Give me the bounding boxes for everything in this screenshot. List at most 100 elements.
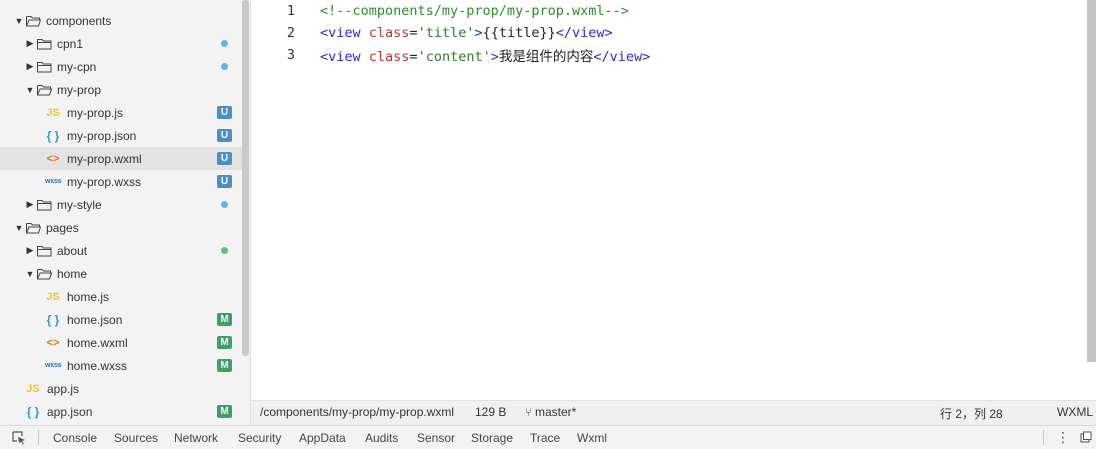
git-status-badge: U bbox=[217, 152, 232, 165]
tree-item-label: cpn1 bbox=[57, 36, 84, 51]
tree-folder[interactable]: ▼ my-prop bbox=[0, 78, 242, 101]
tab-wxml[interactable]: Wxml bbox=[577, 431, 607, 445]
chevron-down-icon[interactable]: ▼ bbox=[14, 223, 24, 233]
tree-folder[interactable]: ▶ cpn1 bbox=[0, 32, 242, 55]
tab-security[interactable]: Security bbox=[238, 431, 281, 445]
inspect-element-icon[interactable] bbox=[12, 431, 26, 445]
tab-network[interactable]: Network bbox=[174, 431, 218, 445]
tree-folder[interactable]: ▼ home bbox=[0, 262, 242, 285]
tab-audits[interactable]: Audits bbox=[365, 431, 398, 445]
git-status-dot bbox=[221, 40, 228, 47]
code-token: <view bbox=[320, 25, 369, 41]
git-status-badge: M bbox=[217, 313, 232, 326]
code-content: <view class='title'>{{title}}</view> bbox=[320, 25, 613, 41]
code-token: {{title}} bbox=[482, 25, 556, 41]
wxml-file-icon: <> bbox=[46, 152, 60, 165]
file-path: /components/my-prop/my-prop.wxml bbox=[260, 405, 455, 419]
tree-file[interactable]: wxss my-prop.wxss U bbox=[0, 170, 242, 193]
tab-appdata[interactable]: AppData bbox=[299, 431, 346, 445]
json-file-icon: { } bbox=[26, 404, 40, 419]
cursor-position[interactable]: 行 2，列 28 bbox=[940, 405, 1003, 422]
git-branch[interactable]: ⑂ master* bbox=[525, 405, 576, 419]
tree-item-label: my-cpn bbox=[57, 59, 97, 74]
tree-file[interactable]: wxss home.wxss M bbox=[0, 354, 242, 377]
tab-storage[interactable]: Storage bbox=[471, 431, 513, 445]
sidebar-scrollbar[interactable] bbox=[242, 0, 249, 356]
tree-file[interactable]: <> my-prop.wxml U bbox=[0, 147, 242, 170]
chevron-right-icon[interactable]: ▶ bbox=[25, 199, 35, 210]
code-token: class bbox=[368, 25, 410, 41]
git-status-badge: M bbox=[217, 359, 232, 372]
chevron-down-icon[interactable]: ▼ bbox=[14, 16, 24, 26]
chevron-right-icon[interactable]: ▶ bbox=[25, 61, 35, 72]
code-token: 'content' bbox=[417, 49, 491, 65]
tree-file[interactable]: { } app.json M bbox=[0, 400, 242, 423]
js-file-icon: JS bbox=[46, 290, 60, 303]
code-content: <view class='content'>我是组件的内容</view> bbox=[320, 45, 650, 65]
code-token: 'title' bbox=[417, 25, 475, 41]
tree-folder[interactable]: ▶ my-cpn bbox=[0, 55, 242, 78]
code-line[interactable]: 2 <view class='title'>{{title}}</view> bbox=[251, 22, 1087, 44]
js-file-icon: JS bbox=[46, 106, 60, 119]
undock-icon[interactable] bbox=[1080, 431, 1092, 446]
git-status-dot bbox=[221, 63, 228, 70]
tab-sensor[interactable]: Sensor bbox=[417, 431, 455, 445]
tree-file[interactable]: JS home.js bbox=[0, 285, 242, 308]
tree-folder[interactable]: ▶ about bbox=[0, 239, 242, 262]
git-status-badge: M bbox=[217, 405, 232, 418]
git-status-badge: M bbox=[217, 336, 232, 349]
code-line[interactable]: 1 <!--components/my-prop/my-prop.wxml--> bbox=[251, 0, 1087, 22]
tree-item-label: my-prop.json bbox=[67, 128, 137, 143]
folder-icon bbox=[37, 199, 52, 211]
code-token: class bbox=[368, 49, 410, 65]
git-status-dot bbox=[221, 201, 228, 208]
code-token: = bbox=[409, 49, 418, 65]
git-branch-icon: ⑂ bbox=[525, 407, 532, 419]
tree-folder[interactable]: ▼ pages bbox=[0, 216, 242, 239]
tab-trace[interactable]: Trace bbox=[530, 431, 560, 445]
tab-console[interactable]: Console bbox=[53, 431, 97, 445]
chevron-right-icon[interactable]: ▶ bbox=[25, 245, 35, 256]
tree-item-label: components bbox=[46, 13, 112, 28]
tree-folder[interactable]: ▶ my-style bbox=[0, 193, 242, 216]
folder-icon bbox=[37, 61, 52, 73]
code-editor[interactable]: 1 <!--components/my-prop/my-prop.wxml--> 2… bbox=[251, 0, 1096, 400]
tree-item-label: home bbox=[57, 266, 88, 281]
code-token: </view> bbox=[593, 49, 651, 65]
more-options-icon[interactable]: ⋮ bbox=[1056, 429, 1070, 446]
code-token: > bbox=[474, 25, 483, 41]
code-line[interactable]: 3 <view class='content'>我是组件的内容</view> bbox=[251, 44, 1087, 66]
tab-sources[interactable]: Sources bbox=[114, 431, 158, 445]
tree-item-label: home.wxss bbox=[67, 358, 128, 373]
line-number: 2 bbox=[286, 25, 295, 41]
chevron-down-icon[interactable]: ▼ bbox=[25, 269, 35, 279]
folder-open-icon bbox=[37, 268, 53, 280]
tree-item-label: app.js bbox=[47, 381, 80, 396]
devtools-divider bbox=[1043, 430, 1044, 445]
git-status-dot bbox=[221, 247, 228, 254]
language-mode[interactable]: WXML bbox=[1057, 405, 1093, 419]
tree-file[interactable]: { } my-prop.json U bbox=[0, 124, 242, 147]
tree-file[interactable]: JS my-prop.js U bbox=[0, 101, 242, 124]
json-file-icon: { } bbox=[46, 128, 60, 143]
tree-item-label: about bbox=[57, 243, 88, 258]
folder-open-icon bbox=[26, 15, 42, 27]
code-content: <!--components/my-prop/my-prop.wxml--> bbox=[320, 3, 629, 19]
editor-scrollbar[interactable] bbox=[1087, 0, 1096, 362]
wxss-file-icon: wxss bbox=[45, 178, 62, 185]
file-explorer: ▼ components ▶ cpn1 ▶ my-cpn ▼ my-prop JS my-prop… bbox=[0, 0, 251, 425]
chevron-down-icon[interactable]: ▼ bbox=[25, 85, 35, 95]
git-status-badge: U bbox=[217, 175, 232, 188]
tree-folder[interactable]: ▼ components bbox=[0, 9, 242, 32]
code-token: <!--components/my-prop/my-prop.wxml--> bbox=[320, 3, 629, 19]
tree-file[interactable]: { } home.json M bbox=[0, 308, 242, 331]
chevron-right-icon[interactable]: ▶ bbox=[25, 38, 35, 49]
git-branch-label: master* bbox=[534, 405, 577, 419]
devtools-divider bbox=[38, 430, 39, 445]
folder-icon bbox=[37, 245, 52, 257]
code-token: </view> bbox=[555, 25, 613, 41]
tree-file[interactable]: JS app.js bbox=[0, 377, 242, 400]
tree-file[interactable]: <> home.wxml M bbox=[0, 331, 242, 354]
status-bar: /components/my-prop/my-prop.wxml 129 B ⑂… bbox=[251, 400, 1096, 425]
tree-item-label: app.json bbox=[47, 404, 93, 419]
